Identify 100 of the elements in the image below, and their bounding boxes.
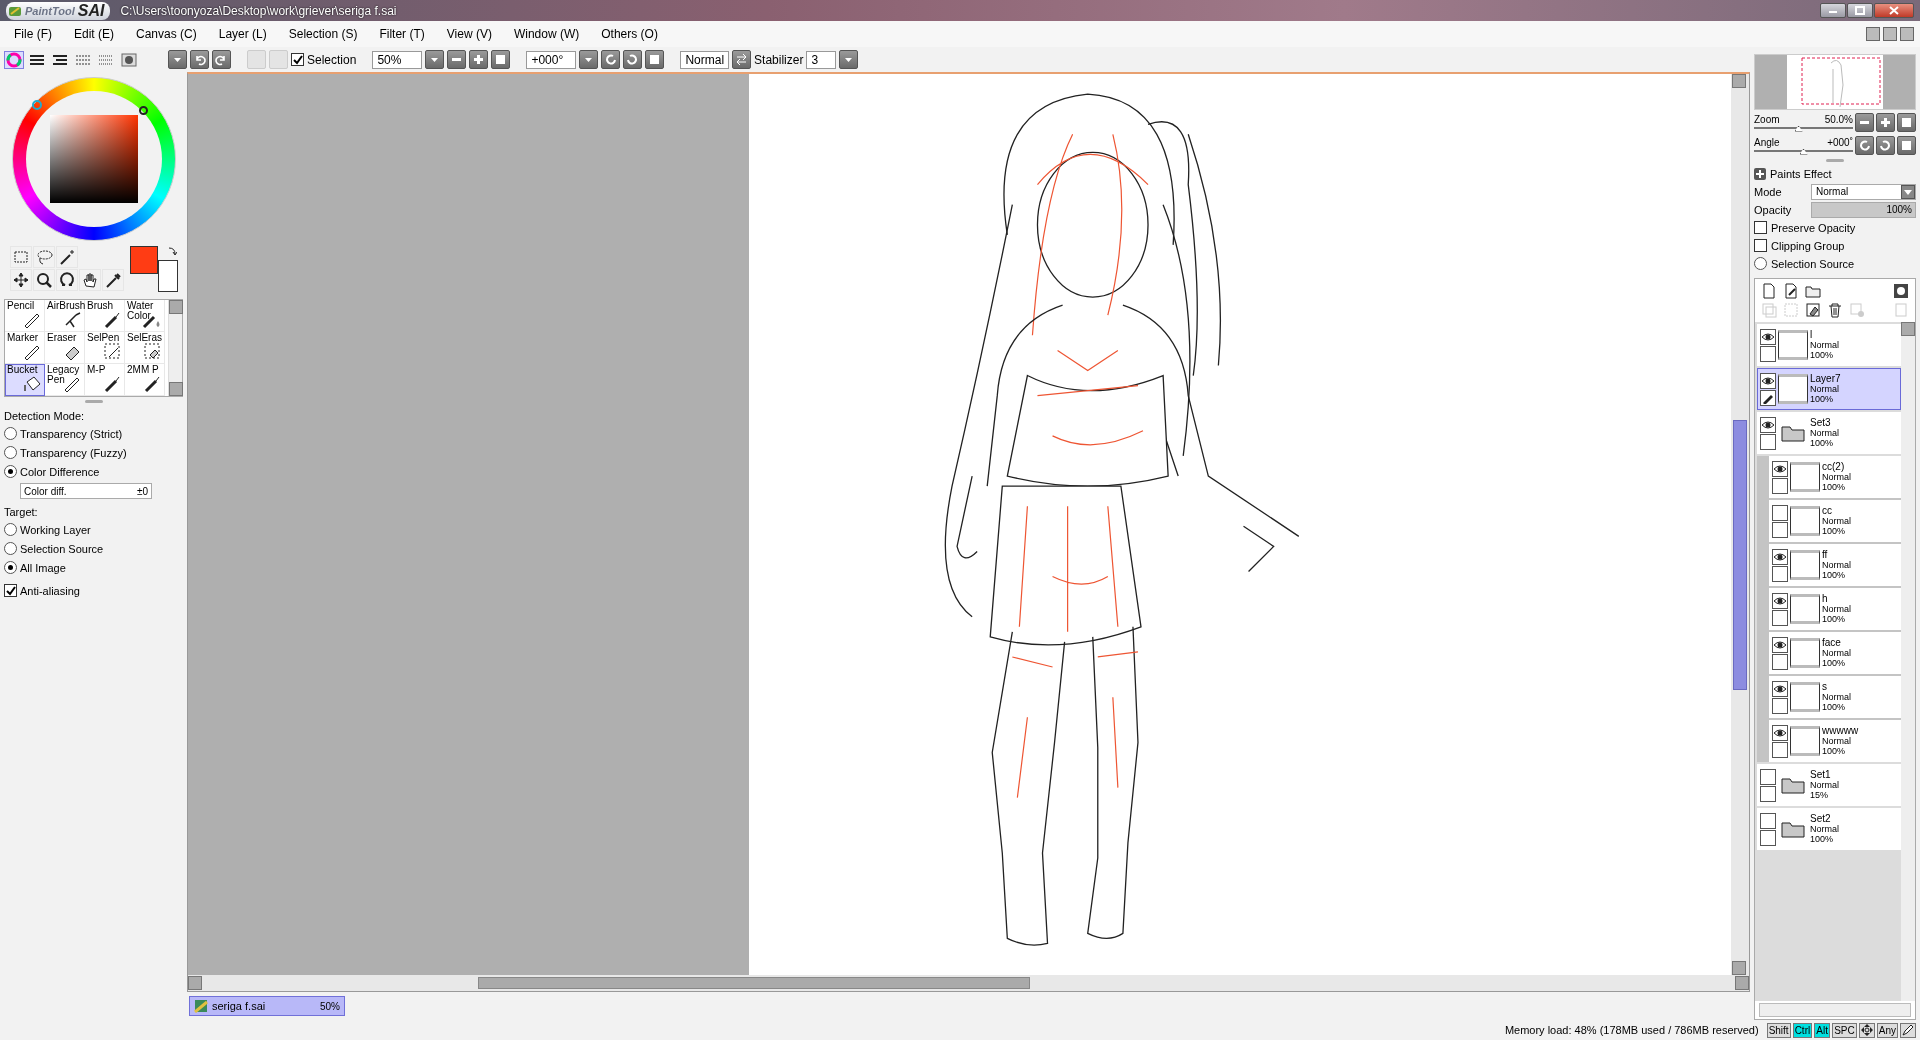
rotate-right-button[interactable] xyxy=(623,50,643,69)
new-layer-icon[interactable] xyxy=(1761,283,1777,299)
menu-item[interactable]: Window (W) xyxy=(505,27,588,41)
redo-button[interactable] xyxy=(212,50,231,69)
menu-item[interactable]: View (V) xyxy=(438,27,500,41)
layer-target-toggle[interactable] xyxy=(1772,521,1788,538)
menu-item[interactable]: File (F) xyxy=(6,27,60,41)
flip-button[interactable] xyxy=(732,50,752,69)
menu-item[interactable]: Others (O) xyxy=(593,27,666,41)
trash-icon[interactable] xyxy=(1827,302,1843,318)
tool-button[interactable]: Water Color xyxy=(125,300,165,332)
layer-item[interactable]: s Normal 100% xyxy=(1769,676,1901,718)
color-panel-tab[interactable] xyxy=(119,50,139,69)
rotate-right-button[interactable] xyxy=(1876,136,1895,155)
layer-mask-icon[interactable] xyxy=(1893,283,1909,299)
magic-wand-tool-button[interactable] xyxy=(56,246,78,268)
new-folder-icon[interactable] xyxy=(1805,283,1821,299)
layer-target-toggle[interactable] xyxy=(1772,741,1788,758)
horizontal-scrollbar-thumb[interactable] xyxy=(477,977,1030,989)
opacity-slider[interactable]: 100% xyxy=(1811,201,1916,218)
saturation-value-square[interactable] xyxy=(49,115,138,203)
undo-button[interactable] xyxy=(190,50,209,69)
visibility-toggle[interactable] xyxy=(1760,768,1776,785)
layer-target-toggle[interactable] xyxy=(1760,785,1776,802)
visibility-toggle[interactable] xyxy=(1772,548,1788,565)
new-linework-layer-icon[interactable] xyxy=(1783,283,1799,299)
layer-item[interactable]: cc(2) Normal 100% xyxy=(1769,456,1901,498)
minimize-button[interactable] xyxy=(1866,27,1880,41)
layer-target-toggle[interactable] xyxy=(1772,609,1788,626)
tool-button[interactable]: Bucket xyxy=(5,364,45,396)
layer-item[interactable]: Layer7 Normal 100% xyxy=(1757,368,1901,410)
layer-target-toggle[interactable] xyxy=(1772,477,1788,494)
menu-item[interactable]: Edit (E) xyxy=(66,27,122,41)
expand-icon[interactable] xyxy=(1754,167,1766,180)
radio-option[interactable]: Transparency (Strict) xyxy=(4,424,183,443)
blend-mode-field[interactable]: Normal xyxy=(680,50,730,69)
slider-track[interactable] xyxy=(1754,126,1853,129)
menu-item[interactable]: Filter (T) xyxy=(371,27,433,41)
visibility-toggle[interactable] xyxy=(1760,372,1776,389)
radio-option[interactable]: Color Difference xyxy=(4,462,183,481)
zoom-out-button[interactable] xyxy=(447,50,467,69)
rotate-left-button[interactable] xyxy=(601,50,621,69)
tool-button[interactable]: M-P xyxy=(85,364,125,396)
layer-item[interactable]: wwwww Normal 100% xyxy=(1769,720,1901,762)
hue-handle[interactable] xyxy=(31,100,42,110)
tool-button[interactable]: SelEras xyxy=(125,332,165,364)
checkbox-option[interactable]: Clipping Group xyxy=(1754,237,1916,254)
dropdown-button[interactable] xyxy=(579,50,599,69)
dropdown-button[interactable] xyxy=(168,50,187,69)
visibility-toggle[interactable] xyxy=(1772,504,1788,521)
radio-option[interactable]: All Image xyxy=(4,558,183,577)
layer-target-toggle[interactable] xyxy=(1772,697,1788,714)
move-tool-button[interactable] xyxy=(10,269,32,291)
zoom-out-button[interactable] xyxy=(1855,113,1874,132)
radio-option[interactable]: Selection Source xyxy=(4,539,183,558)
reset-angle-button[interactable] xyxy=(645,50,665,69)
primary-color-swatch[interactable] xyxy=(130,246,158,274)
swap-colors-icon[interactable] xyxy=(167,246,177,256)
hand-tool-button[interactable] xyxy=(79,269,101,291)
reset-zoom-button[interactable] xyxy=(491,50,511,69)
angle-field[interactable]: +000° xyxy=(526,50,577,69)
visibility-toggle[interactable] xyxy=(1772,460,1788,477)
document-tab[interactable]: seriga f.sai 50% xyxy=(189,996,345,1016)
tool-button[interactable]: Brush xyxy=(85,300,125,332)
layer-target-toggle[interactable] xyxy=(1760,433,1776,450)
horizontal-scrollbar[interactable] xyxy=(1759,1003,1911,1017)
zoom-tool-button[interactable] xyxy=(33,269,55,291)
slider-thumb[interactable] xyxy=(1799,148,1808,155)
reset-zoom-button[interactable] xyxy=(1897,113,1916,132)
layer-folder[interactable]: Set2 Normal 100% xyxy=(1757,808,1901,850)
layer-item[interactable]: face Normal 100% xyxy=(1769,632,1901,674)
layer-folder[interactable]: Set1 Normal 15% xyxy=(1757,764,1901,806)
maximize-button[interactable] xyxy=(1847,3,1873,18)
radio-option[interactable]: Selection Source xyxy=(1754,255,1916,272)
close-button[interactable] xyxy=(1900,27,1914,41)
anti-aliasing-checkbox[interactable]: Anti-aliasing xyxy=(4,581,183,600)
layer-item[interactable]: l Normal 100% xyxy=(1757,324,1901,366)
layer-folder[interactable]: Set3 Normal 100% xyxy=(1757,412,1901,454)
minimize-button[interactable] xyxy=(1820,3,1846,18)
menu-item[interactable]: Selection (S) xyxy=(280,27,366,41)
checkbox-option[interactable]: Preserve Opacity xyxy=(1754,219,1916,236)
close-button[interactable] xyxy=(1874,3,1914,18)
radio-option[interactable]: Working Layer xyxy=(4,520,183,539)
visibility-toggle[interactable] xyxy=(1772,724,1788,741)
reset-angle-button[interactable] xyxy=(1897,136,1916,155)
color-panel-tab[interactable] xyxy=(4,50,24,69)
layer-target-toggle[interactable] xyxy=(1772,565,1788,582)
stabilizer-field[interactable]: 3 xyxy=(806,50,837,69)
color-handle[interactable] xyxy=(138,106,148,115)
rotate-tool-button[interactable] xyxy=(56,269,78,291)
visibility-toggle[interactable] xyxy=(1760,328,1776,345)
secondary-color-swatch[interactable] xyxy=(158,260,178,292)
menu-item[interactable]: Layer (L) xyxy=(210,27,275,41)
clear-layer-icon[interactable] xyxy=(1805,302,1821,318)
visibility-toggle[interactable] xyxy=(1772,636,1788,653)
mode-dropdown[interactable]: Normal xyxy=(1811,183,1916,200)
rotate-left-button[interactable] xyxy=(1855,136,1874,155)
tool-button[interactable]: AirBrush xyxy=(45,300,85,332)
layer-item[interactable]: cc Normal 100% xyxy=(1769,500,1901,542)
zoom-in-button[interactable] xyxy=(469,50,489,69)
